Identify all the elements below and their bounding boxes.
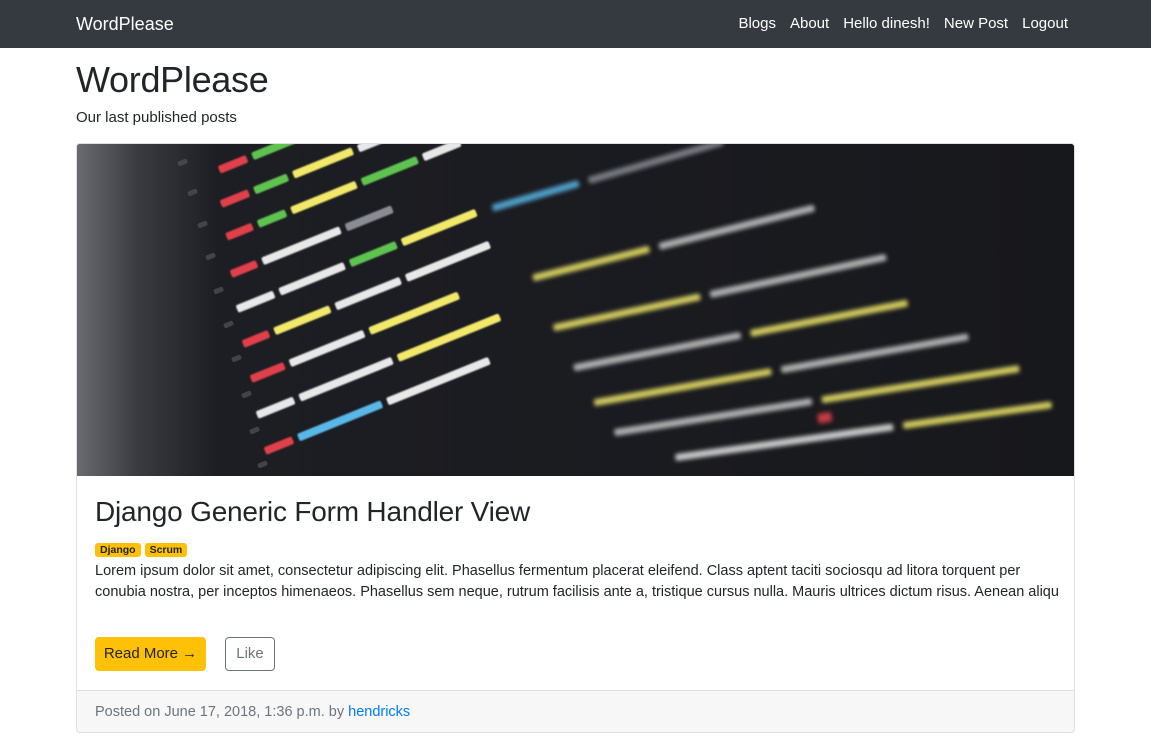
nav-link-user-greeting[interactable]: Hello dinesh! (843, 15, 930, 32)
post-card: Django Generic Form Handler View Django … (76, 143, 1075, 733)
tag-badge-scrum[interactable]: Scrum (144, 543, 188, 557)
page-title: WordPlease (76, 59, 269, 100)
top-navbar: WordPlease Blogs About Hello dinesh! New… (0, 0, 1151, 48)
nav-link-blogs[interactable]: Blogs (738, 15, 776, 32)
post-title[interactable]: Django Generic Form Handler View (95, 494, 530, 530)
post-card-footer: Posted on June 17, 2018, 1:36 p.m. by he… (77, 690, 1074, 732)
post-meta-text: Posted on June 17, 2018, 1:36 p.m. by (95, 704, 345, 720)
tag-badge-django[interactable]: Django (95, 543, 141, 557)
code-screenshot-image (77, 144, 1074, 476)
nav-link-logout[interactable]: Logout (1022, 15, 1068, 32)
brand-link[interactable]: WordPlease (76, 12, 174, 36)
like-button[interactable]: Like (225, 637, 275, 671)
read-more-button[interactable]: Read More → (95, 637, 206, 671)
author-link[interactable]: hendricks (348, 704, 410, 720)
post-tags: Django Scrum (95, 543, 188, 557)
post-excerpt: Lorem ipsum dolor sit amet, consectetur … (95, 563, 1059, 600)
nav-link-about[interactable]: About (790, 15, 829, 32)
nav-link-new-post[interactable]: New Post (944, 15, 1008, 32)
nav-links: Blogs About Hello dinesh! New Post Logou… (738, 14, 1068, 34)
page-subtitle: Our last published posts (76, 109, 237, 126)
post-card-body: Django Generic Form Handler View Django … (77, 476, 1074, 690)
